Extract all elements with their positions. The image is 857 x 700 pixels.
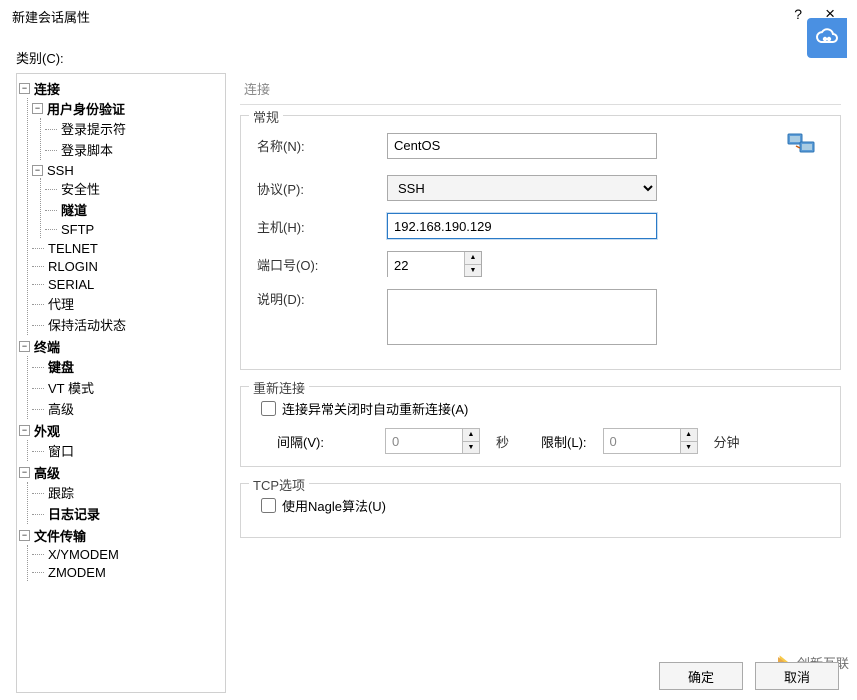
category-label: 类别(C):	[0, 32, 857, 73]
tree-toggle-icon[interactable]: −	[19, 425, 30, 436]
tree-item-window[interactable]: 窗口	[48, 444, 74, 459]
tree-toggle-icon[interactable]: −	[19, 530, 30, 541]
interval-label: 间隔(V):	[277, 432, 377, 451]
tree-item-proxy[interactable]: 代理	[48, 297, 74, 312]
tree-item-telnet[interactable]: TELNET	[48, 241, 98, 256]
tree-item-tunnel[interactable]: 隧道	[61, 203, 87, 218]
window-title: 新建会话属性	[12, 7, 90, 26]
limit-input[interactable]	[604, 429, 680, 453]
tree-item-keepalive[interactable]: 保持活动状态	[48, 318, 126, 333]
spinner-down-icon[interactable]: ▼	[463, 442, 479, 454]
title-bar: 新建会话属性 ? ×	[0, 0, 857, 32]
spinner-up-icon[interactable]: ▲	[463, 429, 479, 442]
tree-item-auth[interactable]: 用户身份验证	[47, 102, 125, 117]
dialog-buttons: 确定 取消	[659, 662, 839, 690]
cloud-icon[interactable]	[807, 18, 847, 58]
nagle-label: 使用Nagle算法(U)	[282, 496, 386, 515]
tree-toggle-icon[interactable]: −	[19, 341, 30, 352]
legend-tcp: TCP选项	[249, 475, 309, 494]
tree-item-security[interactable]: 安全性	[61, 182, 100, 197]
group-general: 常规 名称(N): 协议(P): SSH 主机(H): 端口号(O):	[240, 115, 841, 370]
ok-button[interactable]: 确定	[659, 662, 743, 690]
port-label: 端口号(O):	[257, 255, 387, 274]
tree-item-login-script[interactable]: 登录脚本	[61, 143, 113, 158]
auto-reconnect-checkbox[interactable]	[261, 401, 276, 416]
tree-item-appearance[interactable]: 外观	[34, 424, 60, 439]
spinner-down-icon[interactable]: ▼	[681, 442, 697, 454]
host-input[interactable]	[387, 213, 657, 239]
limit-unit: 分钟	[714, 432, 740, 451]
interval-input[interactable]	[386, 429, 462, 453]
tree-item-zmodem[interactable]: ZMODEM	[48, 565, 106, 580]
interval-spinner[interactable]: ▲▼	[385, 428, 480, 454]
host-label: 主机(H):	[257, 217, 387, 236]
spinner-up-icon[interactable]: ▲	[681, 429, 697, 442]
panel-header: 连接	[240, 73, 841, 105]
tree-item-adv-term[interactable]: 高级	[48, 402, 74, 417]
name-label: 名称(N):	[257, 136, 387, 155]
interval-unit: 秒	[496, 432, 509, 451]
tree-item-logging[interactable]: 日志记录	[48, 507, 100, 522]
tree-item-filetransfer[interactable]: 文件传输	[34, 529, 86, 544]
spinner-up-icon[interactable]: ▲	[465, 252, 481, 265]
tree-item-terminal[interactable]: 终端	[34, 340, 60, 355]
auto-reconnect-label: 连接异常关闭时自动重新连接(A)	[282, 399, 468, 418]
cancel-button[interactable]: 取消	[755, 662, 839, 690]
tree-item-advanced[interactable]: 高级	[34, 466, 60, 481]
tree-toggle-icon[interactable]: −	[32, 103, 43, 114]
protocol-label: 协议(P):	[257, 179, 387, 198]
session-icon	[786, 128, 818, 163]
group-reconnect: 重新连接 连接异常关闭时自动重新连接(A) 间隔(V): ▲▼ 秒 限制(L):…	[240, 386, 841, 467]
tree-item-rlogin[interactable]: RLOGIN	[48, 259, 98, 274]
tree-toggle-icon[interactable]: −	[32, 165, 43, 176]
category-tree: −连接 −用户身份验证 登录提示符 登录脚本 −SSH 安全性 隧道 SFTP …	[16, 73, 226, 693]
tree-item-vt[interactable]: VT 模式	[48, 381, 94, 396]
tree-item-keyboard[interactable]: 键盘	[48, 360, 74, 375]
legend-reconnect: 重新连接	[249, 378, 309, 397]
tree-toggle-icon[interactable]: −	[19, 467, 30, 478]
tree-item-trace[interactable]: 跟踪	[48, 486, 74, 501]
legend-general: 常规	[249, 107, 283, 126]
tree-item-xymodem[interactable]: X/YMODEM	[48, 547, 119, 562]
nagle-checkbox[interactable]	[261, 498, 276, 513]
tree-item-login-prompt[interactable]: 登录提示符	[61, 122, 126, 137]
protocol-select[interactable]: SSH	[387, 175, 657, 201]
desc-textarea[interactable]	[387, 289, 657, 345]
tree-item-sftp[interactable]: SFTP	[61, 222, 94, 237]
limit-label: 限制(L):	[541, 432, 587, 451]
port-spinner[interactable]: ▲▼	[387, 251, 482, 277]
tree-item-connection[interactable]: 连接	[34, 82, 60, 97]
limit-spinner[interactable]: ▲▼	[603, 428, 698, 454]
tree-item-serial[interactable]: SERIAL	[48, 277, 94, 292]
tree-toggle-icon[interactable]: −	[19, 83, 30, 94]
help-icon[interactable]: ?	[794, 6, 802, 22]
name-input[interactable]	[387, 133, 657, 159]
tree-item-ssh[interactable]: SSH	[47, 163, 74, 178]
port-input[interactable]	[388, 252, 464, 278]
group-tcp: TCP选项 使用Nagle算法(U)	[240, 483, 841, 538]
desc-label: 说明(D):	[257, 289, 387, 308]
spinner-down-icon[interactable]: ▼	[465, 265, 481, 277]
